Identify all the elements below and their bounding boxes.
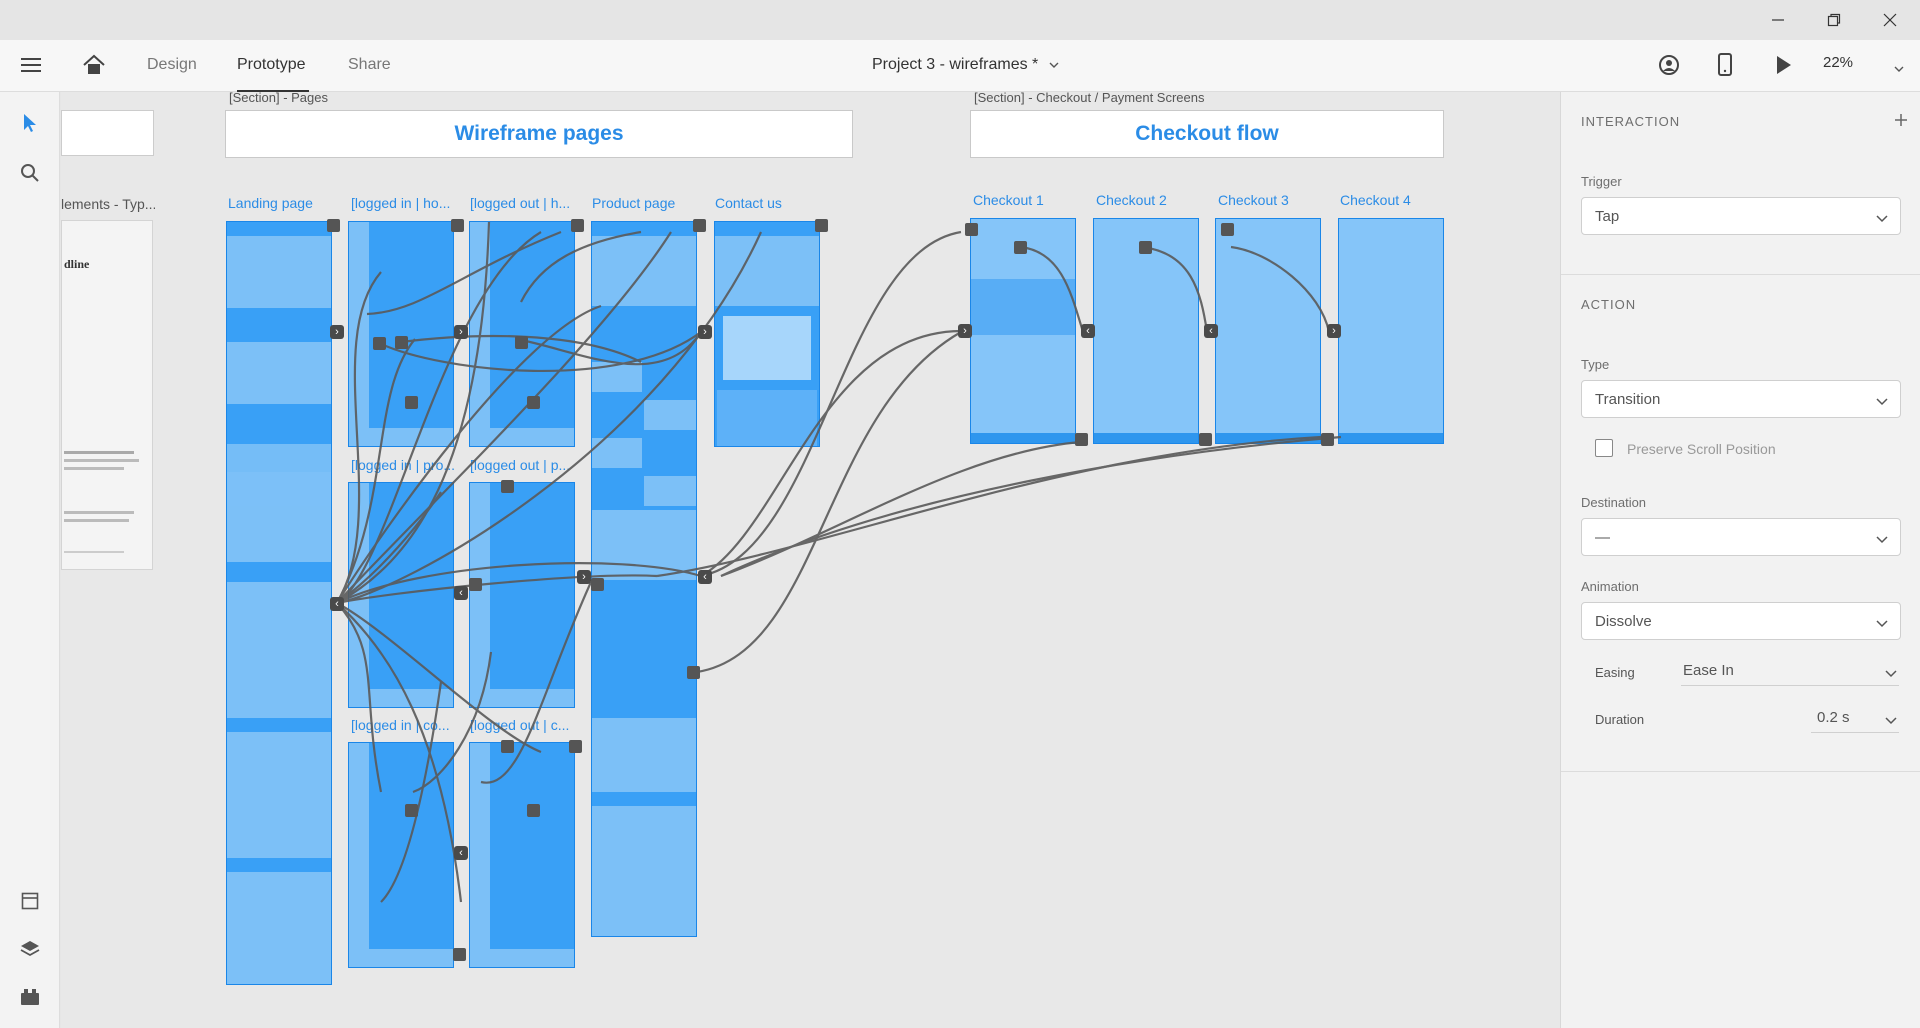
- wire-handle[interactable]: [527, 804, 540, 817]
- wire-arrow-left[interactable]: ‹: [454, 846, 468, 860]
- tab-design[interactable]: Design: [147, 56, 197, 74]
- destination-label: Destination: [1581, 495, 1647, 510]
- zoom-level: 22%: [1823, 54, 1854, 71]
- wire-handle[interactable]: [693, 219, 706, 232]
- window-titlebar: [0, 0, 1920, 40]
- select-tool-icon[interactable]: [15, 108, 45, 138]
- wire-arrow-right[interactable]: ›: [330, 325, 344, 339]
- wire-handle[interactable]: [1139, 241, 1152, 254]
- chevron-down-icon[interactable]: [1049, 56, 1059, 74]
- animation-select[interactable]: Dissolve: [1581, 602, 1901, 640]
- wire-handle[interactable]: [569, 740, 582, 753]
- close-icon[interactable]: [1876, 8, 1904, 32]
- plugins-icon[interactable]: [15, 982, 45, 1012]
- wire-handle[interactable]: [501, 740, 514, 753]
- type-label: Type: [1581, 357, 1610, 372]
- wire-arrow-right[interactable]: ›: [1327, 324, 1341, 338]
- trigger-select[interactable]: Tap: [1581, 197, 1901, 235]
- wire-arrow-right[interactable]: ›: [698, 325, 712, 339]
- wire-handle[interactable]: [815, 219, 828, 232]
- wire-handle[interactable]: [687, 666, 700, 679]
- play-preview-icon[interactable]: [1775, 55, 1793, 80]
- app-header: Design Prototype Share Project 3 - wiref…: [0, 40, 1920, 92]
- action-header: ACTION: [1581, 297, 1637, 312]
- animation-value: Dissolve: [1595, 613, 1652, 630]
- wire-handle[interactable]: [527, 396, 540, 409]
- home-icon[interactable]: [82, 54, 106, 81]
- properties-panel: INTERACTION Trigger Tap ACTION Type Tran…: [1560, 92, 1920, 1028]
- wire-handle[interactable]: [571, 219, 584, 232]
- wire-arrow-right[interactable]: ›: [577, 570, 591, 584]
- design-canvas[interactable]: lements - Typ... dline [Section] - Pages…: [61, 92, 1560, 1028]
- wire-handle[interactable]: [501, 480, 514, 493]
- type-select[interactable]: Transition: [1581, 380, 1901, 418]
- left-toolbar: [0, 92, 60, 1028]
- chevron-down-icon: [1885, 665, 1897, 683]
- layers-icon[interactable]: [15, 934, 45, 964]
- interaction-header: INTERACTION: [1581, 114, 1681, 129]
- document-assets-icon[interactable]: [15, 886, 45, 916]
- wire-arrow-left[interactable]: ‹: [1204, 324, 1218, 338]
- wire-handle[interactable]: [1075, 433, 1088, 446]
- hamburger-menu-icon[interactable]: [20, 56, 42, 79]
- type-value: Transition: [1595, 391, 1661, 408]
- animation-label: Animation: [1581, 579, 1639, 594]
- chevron-down-icon: [1876, 210, 1888, 228]
- chevron-down-icon: [1885, 712, 1897, 730]
- duration-input[interactable]: 0.2 s: [1811, 701, 1899, 733]
- destination-value: —: [1595, 529, 1610, 546]
- chevron-down-icon: [1876, 393, 1888, 411]
- wire-arrow-left[interactable]: ‹: [698, 570, 712, 584]
- panel-divider: [1561, 771, 1920, 772]
- chevron-down-icon: [1876, 615, 1888, 633]
- trigger-value: Tap: [1595, 208, 1620, 225]
- preserve-scroll-label: Preserve Scroll Position: [1627, 441, 1776, 457]
- add-interaction-icon[interactable]: [1893, 112, 1909, 133]
- wire-arrow-right[interactable]: ›: [454, 325, 468, 339]
- restore-icon[interactable]: [1820, 8, 1848, 32]
- zoom-control[interactable]: 22%: [1823, 54, 1853, 71]
- wire-handle[interactable]: [965, 223, 978, 236]
- tab-share[interactable]: Share: [348, 56, 391, 74]
- share-user-icon[interactable]: [1658, 54, 1680, 81]
- document-title-text: Project 3 - wireframes *: [872, 56, 1039, 73]
- search-icon[interactable]: [15, 158, 45, 188]
- wire-arrow-left[interactable]: ‹: [1081, 324, 1095, 338]
- duration-label: Duration: [1595, 712, 1645, 727]
- wire-handle[interactable]: [591, 578, 604, 591]
- wire-handle[interactable]: [373, 337, 386, 350]
- wire-handle[interactable]: [405, 396, 418, 409]
- zoom-chevron-down-icon[interactable]: [1894, 60, 1904, 78]
- chevron-down-icon: [1876, 531, 1888, 549]
- destination-select[interactable]: —: [1581, 518, 1901, 556]
- preserve-scroll-checkbox[interactable]: [1595, 439, 1613, 457]
- duration-value: 0.2 s: [1817, 709, 1850, 726]
- trigger-label: Trigger: [1581, 174, 1622, 189]
- wire-handle[interactable]: [515, 336, 528, 349]
- interaction-section: INTERACTION Trigger Tap: [1561, 92, 1920, 275]
- tab-prototype[interactable]: Prototype: [237, 56, 305, 74]
- wire-handle[interactable]: [453, 948, 466, 961]
- wire-handle[interactable]: [327, 219, 340, 232]
- wire-handle[interactable]: [451, 219, 464, 232]
- wire-handle[interactable]: [1321, 433, 1334, 446]
- document-title[interactable]: Project 3 - wireframes *: [872, 56, 1059, 74]
- easing-select[interactable]: Ease In: [1681, 654, 1899, 686]
- wire-arrow-left[interactable]: ‹: [454, 586, 468, 600]
- wire-arrow-right[interactable]: ›: [958, 324, 972, 338]
- device-preview-icon[interactable]: [1717, 53, 1733, 82]
- easing-label: Easing: [1595, 665, 1635, 680]
- wire-handle[interactable]: [1014, 241, 1027, 254]
- wire-handle[interactable]: [1199, 433, 1212, 446]
- wire-arrow-left[interactable]: ‹: [330, 597, 344, 611]
- wire-handle[interactable]: [469, 578, 482, 591]
- wire-handle[interactable]: [405, 804, 418, 817]
- minimize-icon[interactable]: [1764, 8, 1792, 32]
- easing-value: Ease In: [1683, 662, 1734, 679]
- wire-handle[interactable]: [1221, 223, 1234, 236]
- action-section: ACTION Type Transition Preserve Scroll P…: [1561, 276, 1920, 776]
- prototype-wires: [336, 221, 1342, 903]
- wire-handle[interactable]: [395, 336, 408, 349]
